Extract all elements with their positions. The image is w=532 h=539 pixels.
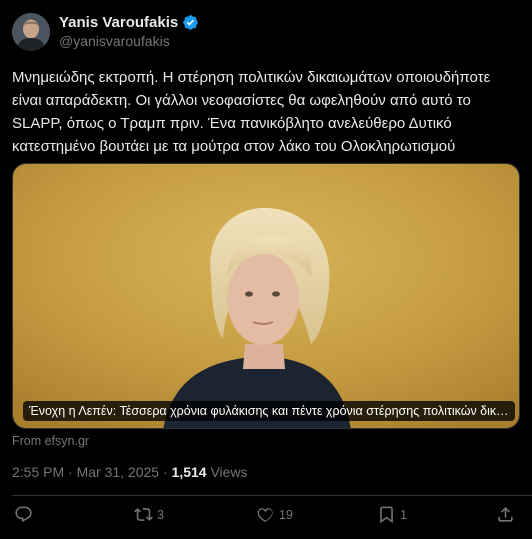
share-button[interactable] — [496, 505, 515, 524]
views-count: 1,514 — [171, 464, 207, 480]
reply-icon — [15, 506, 32, 523]
divider — [12, 495, 532, 496]
author-display-name[interactable]: Yanis Varoufakis — [59, 14, 178, 31]
like-count: 19 — [279, 507, 293, 522]
like-button[interactable]: 19 — [256, 505, 293, 524]
post-timestamp[interactable]: 2:55 PM · Mar 31, 2025 · — [12, 464, 172, 480]
post-header: Yanis Varoufakis @yanisvaroufakis — [12, 13, 199, 51]
reply-button[interactable] — [14, 505, 33, 524]
views-label: Views — [206, 464, 248, 480]
action-bar: 3 19 1 — [12, 505, 520, 529]
share-icon — [498, 507, 513, 522]
link-card[interactable]: Ένοχη η Λεπέν: Τέσσερα χρόνια φυλάκισης … — [12, 163, 520, 429]
bookmark-button[interactable]: 1 — [377, 505, 407, 524]
repost-count: 3 — [157, 507, 164, 522]
post-meta: 2:55 PM · Mar 31, 2025 · 1,514 Views — [12, 464, 248, 480]
repost-icon — [134, 508, 153, 521]
link-source[interactable]: From efsyn.gr — [12, 434, 89, 448]
avatar[interactable] — [12, 13, 50, 51]
card-image — [13, 164, 519, 428]
bookmark-count: 1 — [400, 507, 407, 522]
repost-button[interactable]: 3 — [134, 505, 164, 524]
bookmark-icon — [380, 506, 393, 524]
card-caption: Ένοχη η Λεπέν: Τέσσερα χρόνια φυλάκισης … — [23, 401, 515, 421]
author-handle[interactable]: @yanisvaroufakis — [59, 33, 199, 49]
verified-badge-icon — [183, 15, 198, 30]
post-text: Μνημειώδης εκτροπή. Η στέρηση πολιτικών … — [12, 69, 491, 155]
heart-icon — [257, 508, 273, 523]
